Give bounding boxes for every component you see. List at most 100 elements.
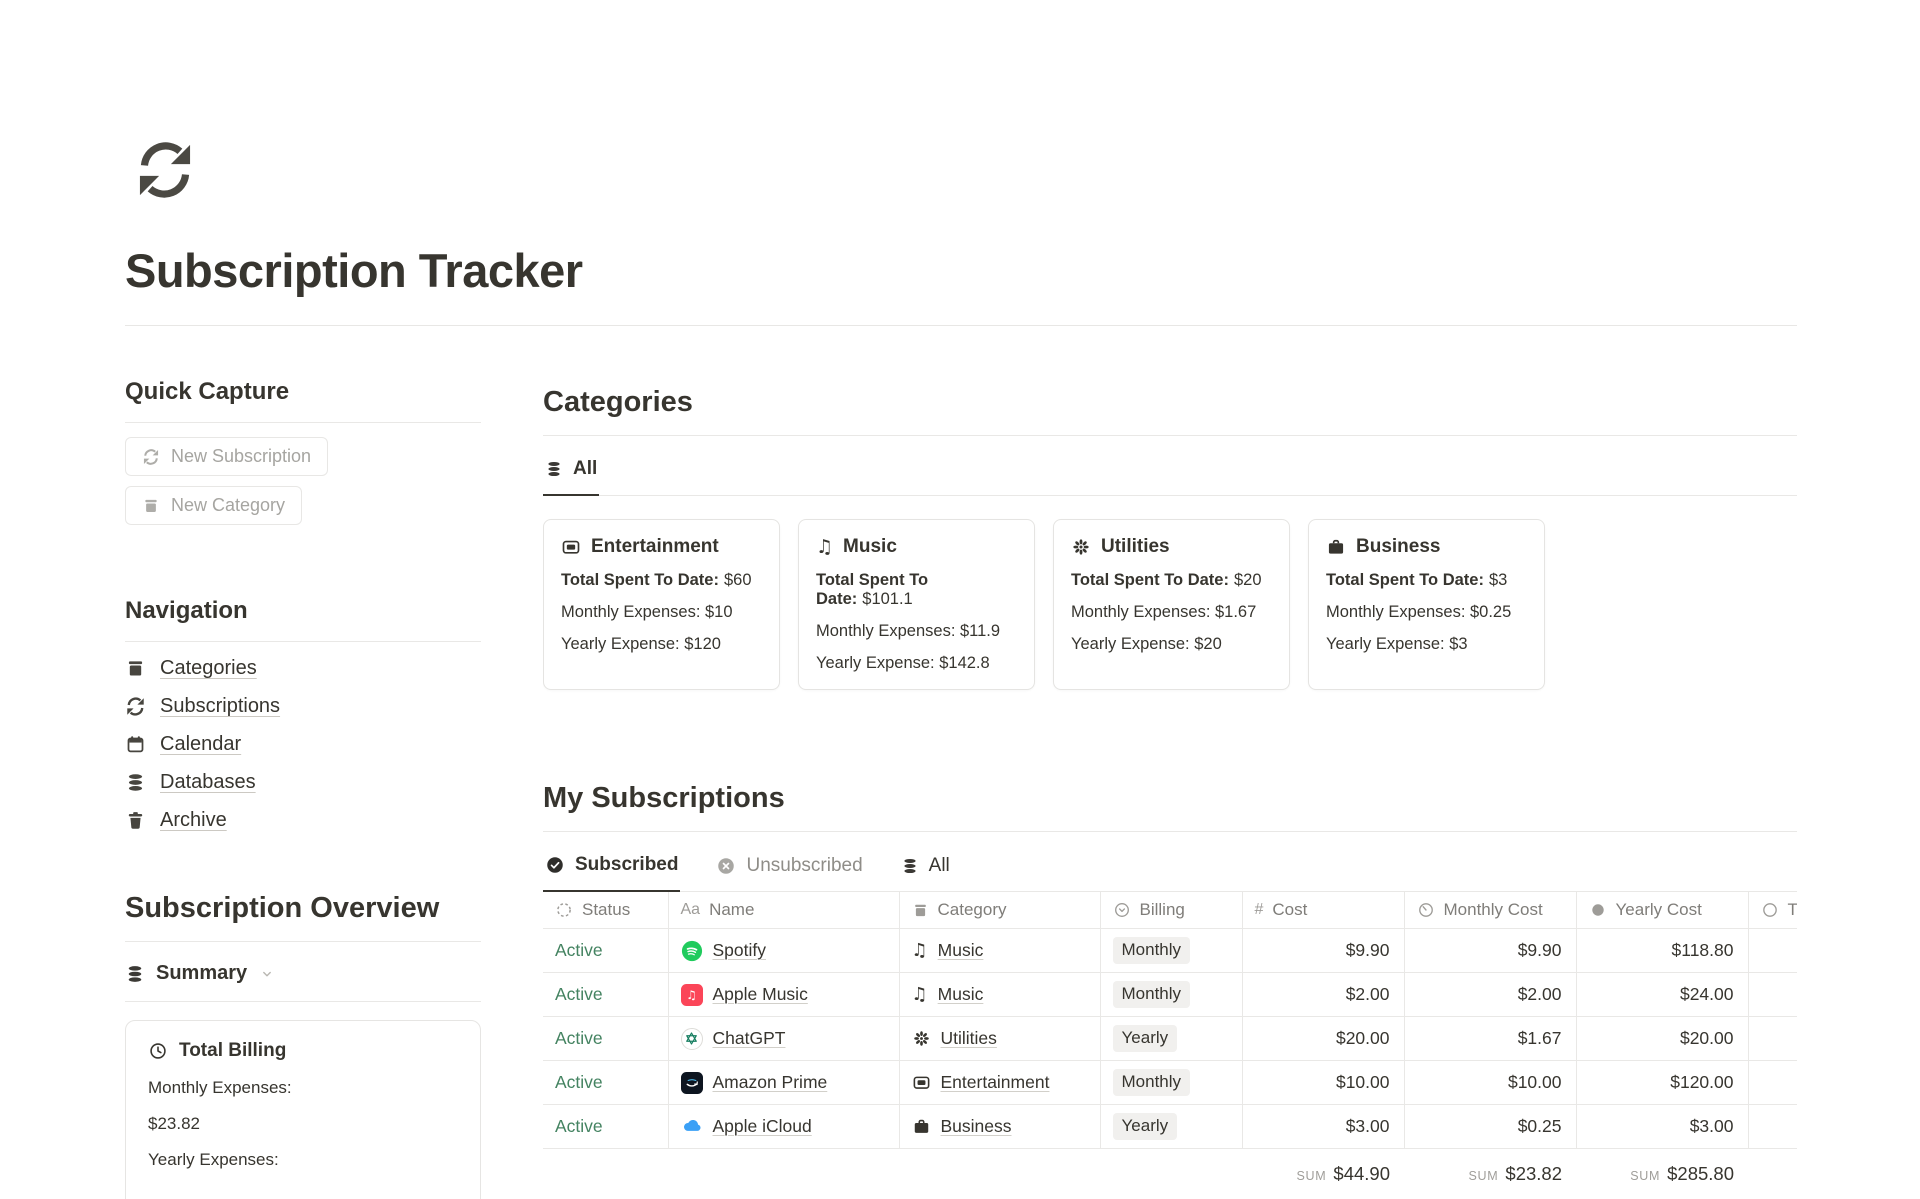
atom-icon bbox=[912, 1029, 931, 1048]
sidebar-item-label[interactable]: Subscriptions bbox=[160, 695, 280, 718]
column-header-category[interactable]: Category bbox=[899, 892, 1100, 929]
category-link[interactable]: Entertainment bbox=[941, 1072, 1050, 1093]
new-category-button[interactable]: New Category bbox=[125, 486, 302, 525]
monthly-expenses-line: Monthly Expenses: $10 bbox=[561, 603, 762, 622]
sidebar-item-subscriptions[interactable]: Subscriptions bbox=[125, 695, 481, 718]
column-header-name[interactable]: AaName bbox=[668, 892, 899, 929]
total-billing-title: Total Billing bbox=[179, 1040, 286, 1062]
sidebar-item-label[interactable]: Databases bbox=[160, 771, 256, 794]
total-spent-value: $3 bbox=[1489, 571, 1507, 589]
sidebar-item-databases[interactable]: Databases bbox=[125, 771, 481, 794]
sidebar-item-archive[interactable]: Archive bbox=[125, 809, 481, 832]
tab-unsubscribed[interactable]: Unsubscribed bbox=[714, 846, 864, 891]
clock-hand-icon bbox=[1417, 901, 1435, 919]
category-card-business[interactable]: Business Total Spent To Date:$3 Monthly … bbox=[1308, 519, 1545, 690]
database-icon bbox=[545, 460, 563, 478]
sidebar-item-label[interactable]: Calendar bbox=[160, 733, 241, 756]
tv-icon bbox=[561, 537, 581, 557]
billing-tag[interactable]: Yearly bbox=[1113, 1025, 1178, 1052]
sidebar: Quick Capture New Subscription New Categ… bbox=[125, 326, 481, 1199]
subscription-link[interactable]: ChatGPT bbox=[713, 1028, 786, 1049]
billing-tag[interactable]: Monthly bbox=[1113, 937, 1191, 964]
repeat-icon[interactable] bbox=[133, 138, 197, 202]
atom-icon bbox=[1071, 537, 1091, 557]
yearly-cost-sum[interactable]: SUM$285.80 bbox=[1576, 1149, 1748, 1195]
column-header-total[interactable]: T bbox=[1748, 892, 1797, 929]
categories-tabbar: All bbox=[543, 450, 1797, 496]
apple-icloud-logo bbox=[681, 1116, 703, 1138]
tab-subscribed[interactable]: Subscribed bbox=[543, 846, 680, 892]
column-header-billing[interactable]: Billing bbox=[1100, 892, 1242, 929]
total-spent-value: $101.1 bbox=[862, 590, 912, 608]
status-value[interactable]: Active bbox=[555, 940, 603, 960]
music-note-icon: ♫ bbox=[912, 942, 928, 960]
monthly-cost-sum[interactable]: SUM$23.82 bbox=[1404, 1149, 1576, 1195]
main-content: Categories All Entertainment Total Spent… bbox=[543, 326, 1797, 1199]
yearly-cost-value: $120.00 bbox=[1576, 1061, 1748, 1105]
cost-value: $2.00 bbox=[1242, 973, 1404, 1017]
database-icon bbox=[125, 772, 146, 793]
monthly-expenses-line: Monthly Expenses: $11.9 bbox=[816, 622, 1017, 641]
column-header-status[interactable]: Status bbox=[543, 892, 668, 929]
dashed-circle-icon bbox=[555, 901, 573, 919]
subscription-link[interactable]: Spotify bbox=[713, 940, 767, 961]
monthly-cost-value: $2.00 bbox=[1404, 973, 1576, 1017]
new-category-label: New Category bbox=[171, 495, 285, 516]
total-cell bbox=[1748, 1017, 1797, 1061]
category-name: Entertainment bbox=[591, 536, 719, 558]
status-value[interactable]: Active bbox=[555, 1028, 603, 1048]
monthly-expenses-value: $23.82 bbox=[148, 1114, 458, 1134]
category-name: Utilities bbox=[1101, 536, 1170, 558]
table-row: Active Apple iCloud Business Yearly $3.0… bbox=[543, 1105, 1797, 1149]
billing-tag[interactable]: Monthly bbox=[1113, 981, 1191, 1008]
monthly-expenses-line: Monthly Expenses: $1.67 bbox=[1071, 603, 1272, 622]
sidebar-item-label[interactable]: Archive bbox=[160, 809, 227, 832]
monthly-cost-value: $0.25 bbox=[1404, 1105, 1576, 1149]
view-selector-label[interactable]: Summary bbox=[156, 962, 247, 985]
circle-icon bbox=[1761, 901, 1779, 919]
sidebar-item-categories[interactable]: Categories bbox=[125, 657, 481, 680]
column-header-monthly-cost[interactable]: Monthly Cost bbox=[1404, 892, 1576, 929]
status-value[interactable]: Active bbox=[555, 984, 603, 1004]
category-link[interactable]: Business bbox=[941, 1116, 1012, 1137]
total-cell bbox=[1748, 973, 1797, 1017]
sidebar-item-calendar[interactable]: Calendar bbox=[125, 733, 481, 756]
tab-all-categories[interactable]: All bbox=[543, 450, 599, 496]
database-icon bbox=[125, 964, 145, 984]
chevron-down-icon[interactable] bbox=[260, 967, 274, 981]
yearly-cost-value: $3.00 bbox=[1576, 1105, 1748, 1149]
column-header-cost[interactable]: #Cost bbox=[1242, 892, 1404, 929]
subscription-link[interactable]: Apple Music bbox=[713, 984, 808, 1005]
tab-label: All bbox=[573, 458, 597, 480]
divider bbox=[125, 941, 481, 942]
amazon-prime-logo bbox=[681, 1072, 703, 1094]
new-subscription-button[interactable]: New Subscription bbox=[125, 437, 328, 476]
tab-label: Subscribed bbox=[575, 854, 678, 876]
category-link[interactable]: Music bbox=[938, 984, 984, 1005]
clock-icon bbox=[148, 1041, 168, 1061]
spotify-logo bbox=[681, 940, 703, 962]
category-card-music[interactable]: ♫ Music Total Spent To Date:$101.1 Month… bbox=[798, 519, 1035, 690]
sidebar-item-label[interactable]: Categories bbox=[160, 657, 257, 680]
tab-all-subscriptions[interactable]: All bbox=[899, 846, 952, 891]
billing-tag[interactable]: Yearly bbox=[1113, 1113, 1178, 1140]
subscriptions-tabbar: Subscribed Unsubscribed All bbox=[543, 846, 1797, 892]
total-spent-label: Total Spent To Date: bbox=[1326, 571, 1484, 589]
category-card-utilities[interactable]: Utilities Total Spent To Date:$20 Monthl… bbox=[1053, 519, 1290, 690]
box-icon bbox=[912, 902, 929, 919]
yearly-expense-line: Yearly Expense: $20 bbox=[1071, 635, 1272, 654]
category-card-entertainment[interactable]: Entertainment Total Spent To Date:$60 Mo… bbox=[543, 519, 780, 690]
box-icon bbox=[125, 658, 146, 679]
x-circle-icon bbox=[716, 856, 736, 876]
status-value[interactable]: Active bbox=[555, 1072, 603, 1092]
billing-tag[interactable]: Monthly bbox=[1113, 1069, 1191, 1096]
total-cell bbox=[1748, 929, 1797, 973]
category-link[interactable]: Music bbox=[938, 940, 984, 961]
column-header-yearly-cost[interactable]: Yearly Cost bbox=[1576, 892, 1748, 929]
view-selector[interactable]: Summary bbox=[125, 962, 481, 985]
category-link[interactable]: Utilities bbox=[941, 1028, 997, 1049]
status-value[interactable]: Active bbox=[555, 1116, 603, 1136]
subscription-link[interactable]: Amazon Prime bbox=[713, 1072, 828, 1093]
subscription-link[interactable]: Apple iCloud bbox=[713, 1116, 812, 1137]
cost-sum[interactable]: SUM$44.90 bbox=[1242, 1149, 1404, 1195]
